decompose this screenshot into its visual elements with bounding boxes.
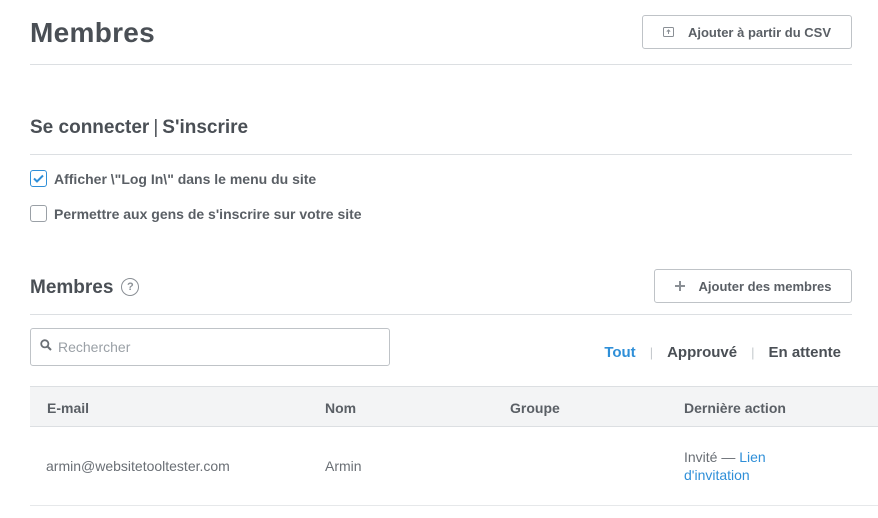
cell-email: armin@websitetooltester.com <box>46 458 230 474</box>
members-title: Membres <box>30 277 114 298</box>
column-group[interactable]: Groupe <box>510 400 560 416</box>
search-icon <box>40 338 52 356</box>
add-members-button[interactable]: Ajouter des membres <box>654 269 852 303</box>
search-input[interactable] <box>58 339 358 355</box>
filter-separator: | <box>649 345 654 360</box>
invitation-link-part2: d'invitation <box>684 467 750 483</box>
import-csv-button[interactable]: Ajouter à partir du CSV <box>642 15 852 49</box>
login-title-signup: S'inscrire <box>162 117 249 138</box>
allow-signup-label: Permettre aux gens de s'inscrire sur vot… <box>54 205 362 222</box>
filter-pending[interactable]: En attente <box>768 344 841 361</box>
search-box[interactable] <box>30 328 390 366</box>
login-title-connect: Se connecter <box>30 117 150 138</box>
members-table-header: E-mail Nom Groupe Dernière action <box>30 386 878 427</box>
add-members-label: Ajouter des membres <box>698 278 832 294</box>
status-filters: Tout | Approuvé | En attente <box>604 344 841 361</box>
cell-name: Armin <box>325 458 362 474</box>
filter-approved[interactable]: Approuvé <box>667 344 737 361</box>
column-last-action[interactable]: Dernière action <box>684 400 786 416</box>
column-name[interactable]: Nom <box>325 400 356 416</box>
show-login-label: Afficher \"Log In\" dans le menu du site <box>54 170 317 187</box>
members-section-title: Membres? <box>30 277 140 299</box>
table-row[interactable]: armin@websitetooltester.com Armin Invité… <box>30 427 878 506</box>
members-divider <box>30 314 852 315</box>
help-icon[interactable]: ? <box>121 277 140 296</box>
filter-separator: | <box>751 345 755 360</box>
header-divider <box>30 64 852 65</box>
invitation-link-part1: Lien <box>739 449 766 465</box>
login-section-title: Se connecter | S'inscrire <box>30 117 248 139</box>
page-title: Membres <box>30 17 156 48</box>
checkmark-icon <box>33 174 44 183</box>
login-title-separator: | <box>153 117 159 138</box>
allow-signup-checkbox[interactable] <box>30 205 47 222</box>
filter-all[interactable]: Tout <box>604 344 635 361</box>
plus-icon <box>674 281 685 291</box>
column-email[interactable]: E-mail <box>47 400 89 416</box>
import-csv-label: Ajouter à partir du CSV <box>687 24 832 40</box>
allow-signup-option[interactable]: Permettre aux gens de s'inscrire sur vot… <box>30 205 362 222</box>
cell-last-action: Invité — Lien d'invitation <box>684 448 804 484</box>
login-divider <box>30 154 852 155</box>
show-login-option[interactable]: Afficher \"Log In\" dans le menu du site <box>30 170 316 187</box>
last-action-status: Invité — <box>684 449 736 465</box>
show-login-checkbox[interactable] <box>30 170 47 187</box>
upload-icon <box>662 27 674 37</box>
